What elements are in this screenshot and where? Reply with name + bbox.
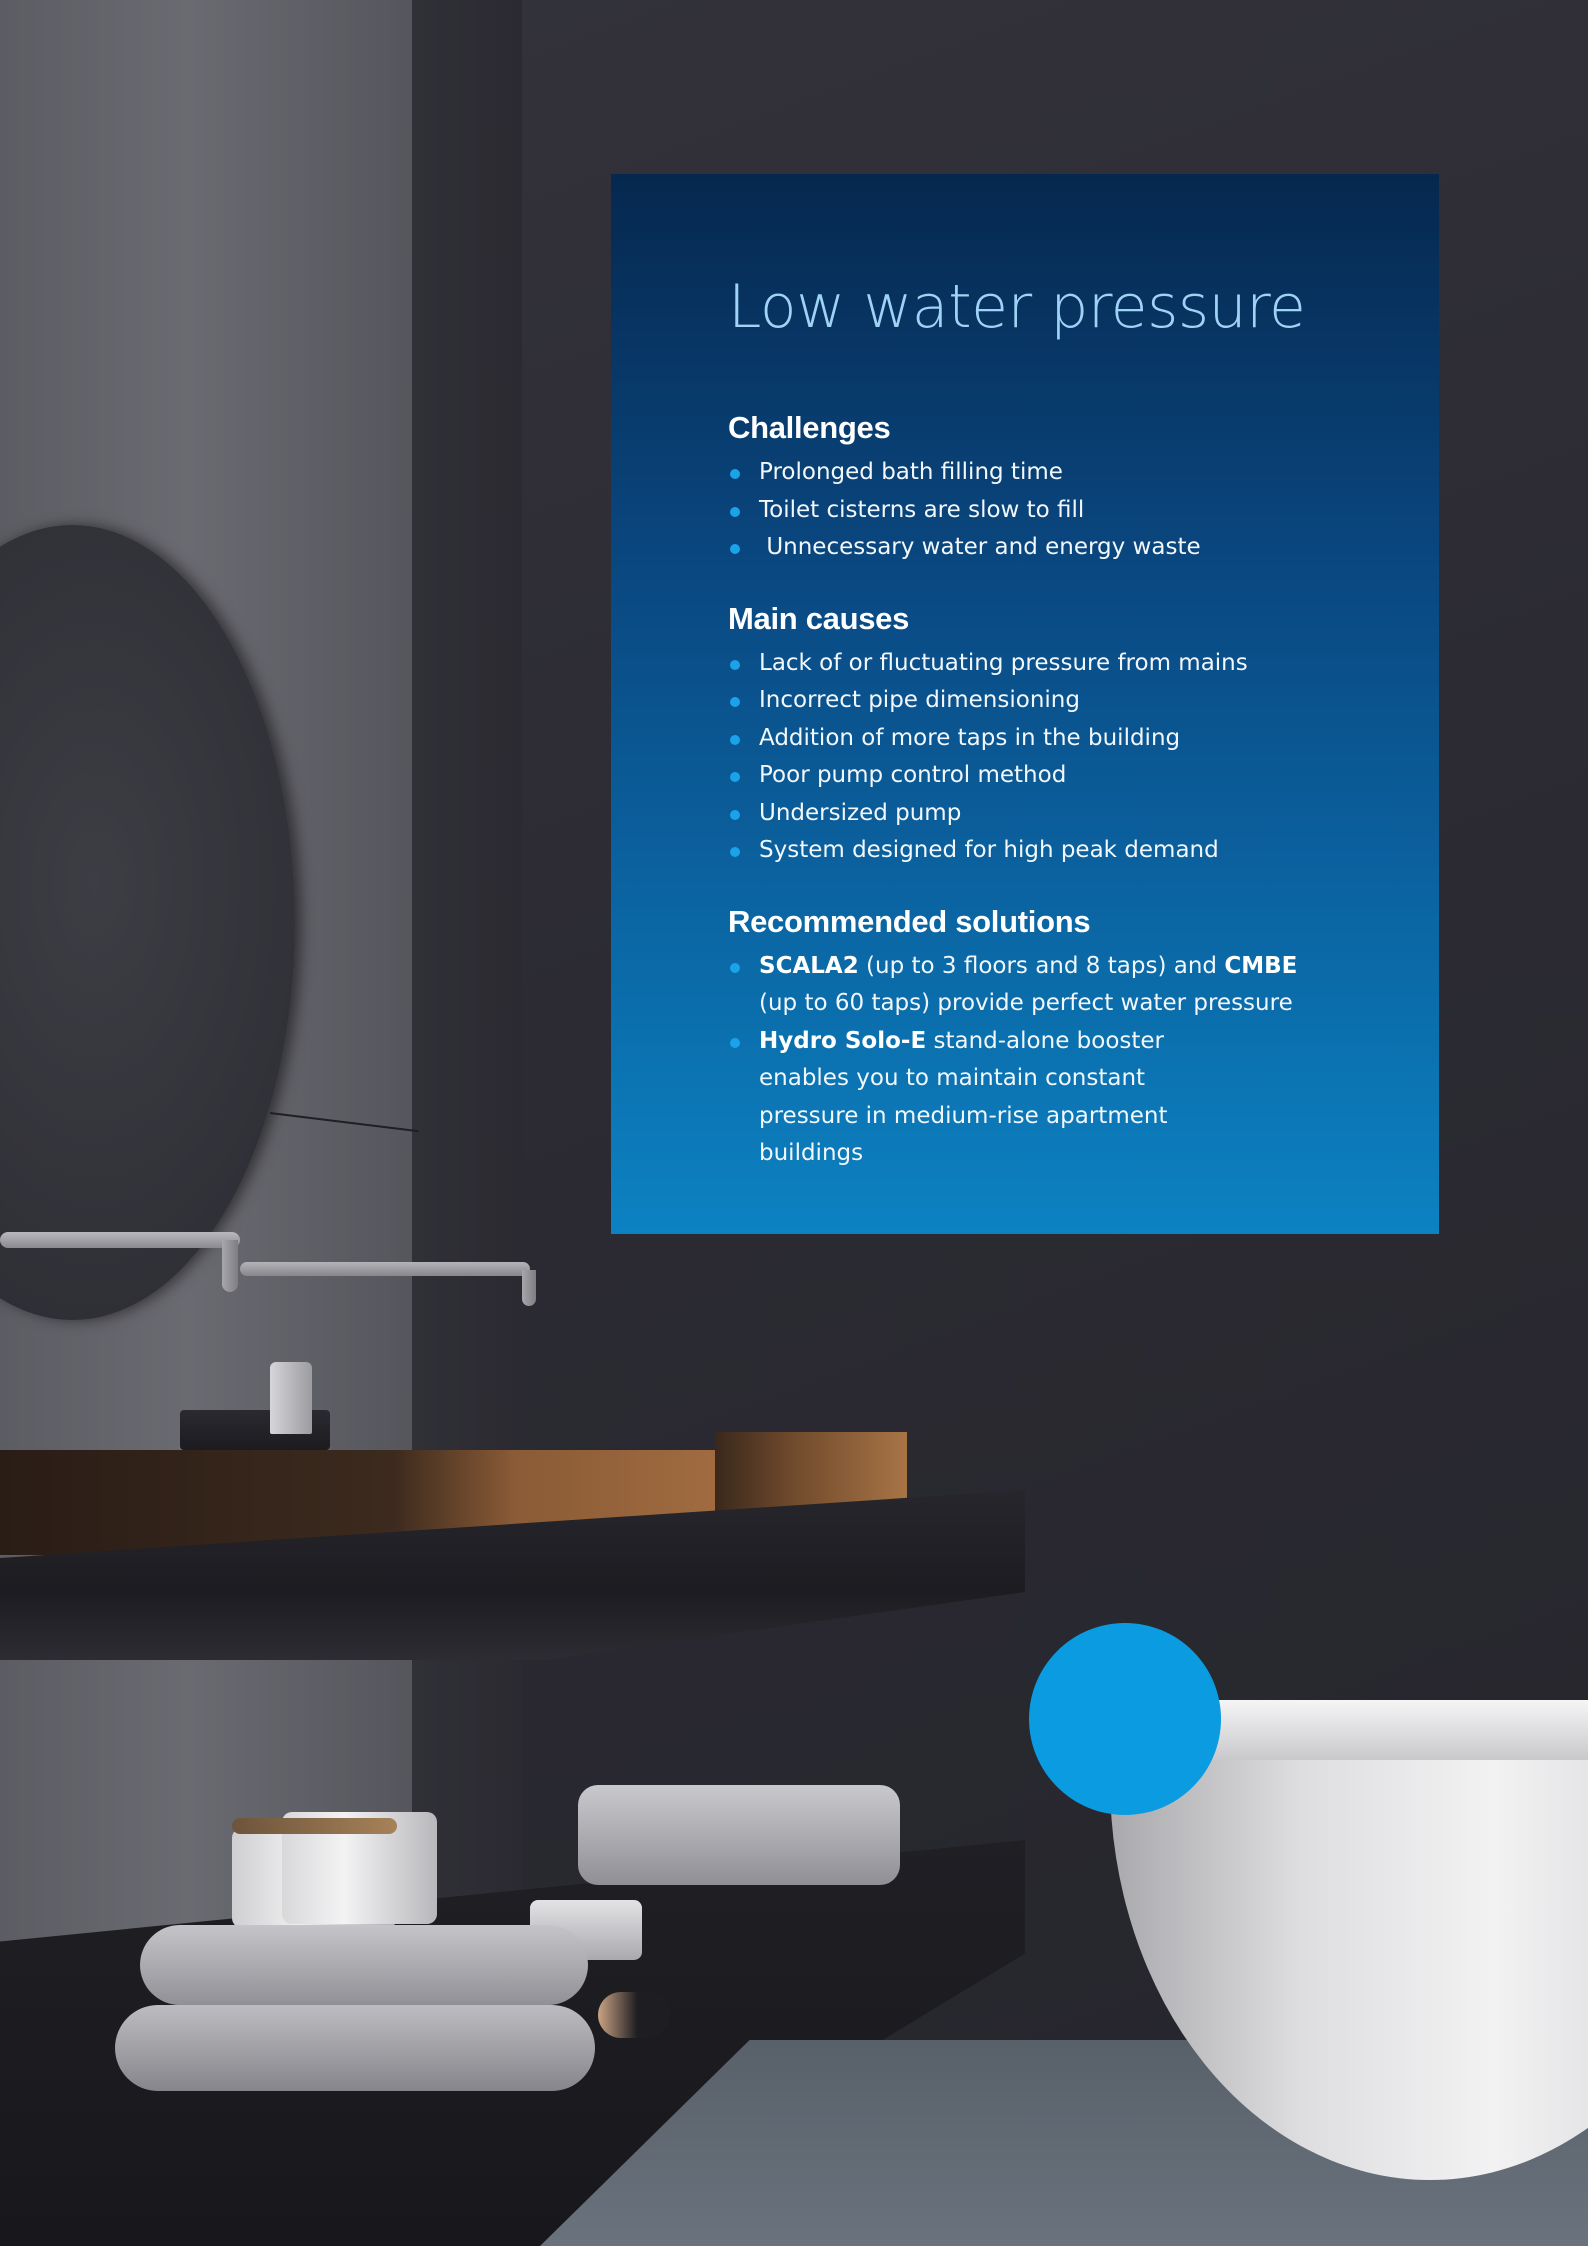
list-item: Unnecessary water and energy waste (728, 529, 1379, 567)
product-name: SCALA2 (759, 952, 859, 979)
list-item: Toilet cisterns are slow to fill (728, 492, 1379, 530)
brush (598, 1992, 670, 2038)
accent-circle (1029, 1623, 1221, 1815)
list-item-text: Unnecessary water and energy waste (766, 534, 1201, 560)
jar-lid (232, 1818, 397, 1834)
list-item: System designed for high peak demand (728, 832, 1379, 870)
solution-detail: (up to 3 floors and 8 taps) and (858, 952, 1225, 979)
faucet-right-spout (522, 1270, 536, 1306)
list-item: Prolonged bath filling time (728, 454, 1379, 492)
challenges-section: Challenges Prolonged bath filling time T… (728, 410, 1379, 567)
folded-towel (578, 1785, 900, 1885)
solutions-heading: Recommended solutions (728, 903, 1091, 939)
list-item: Poor pump control method (728, 757, 1379, 795)
causes-heading: Main causes (728, 600, 910, 636)
list-item: Hydro Solo-E stand-alone booster enables… (728, 1023, 1379, 1173)
challenges-list: Prolonged bath filling time Toilet ciste… (728, 454, 1379, 567)
product-name: CMBE (1224, 952, 1298, 979)
list-item: Incorrect pipe dimensioning (728, 682, 1379, 720)
list-item: Addition of more taps in the building (728, 720, 1379, 758)
rolled-towel (115, 2005, 595, 2091)
challenges-heading: Challenges (728, 410, 891, 445)
faucet-left (0, 1232, 240, 1248)
info-panel: Low water pressure Challenges Prolonged … (611, 174, 1439, 1234)
solution-text: Hydro Solo-E stand-alone booster enables… (759, 1023, 1229, 1173)
soap-dispenser (270, 1362, 312, 1434)
product-name: Hydro Solo-E (759, 1027, 927, 1054)
faucet-right (240, 1262, 530, 1276)
solution-text: SCALA2 (up to 3 floors and 8 taps) and C… (759, 948, 1319, 1023)
rolled-towel (140, 1925, 588, 2005)
solutions-list: SCALA2 (up to 3 floors and 8 taps) and C… (728, 948, 1379, 1173)
solutions-section: Recommended solutions SCALA2 (up to 3 fl… (728, 904, 1379, 1173)
causes-list: Lack of or fluctuating pressure from mai… (728, 645, 1379, 870)
list-item: SCALA2 (up to 3 floors and 8 taps) and C… (728, 948, 1379, 1023)
list-item: Lack of or fluctuating pressure from mai… (728, 645, 1379, 683)
solution-detail: (up to 60 taps) provide perfect water pr… (759, 990, 1293, 1016)
causes-section: Main causes Lack of or fluctuating press… (728, 601, 1379, 870)
faucet-left-spout (222, 1240, 238, 1292)
list-item: Undersized pump (728, 795, 1379, 833)
page-title: Low water pressure (728, 272, 1306, 342)
